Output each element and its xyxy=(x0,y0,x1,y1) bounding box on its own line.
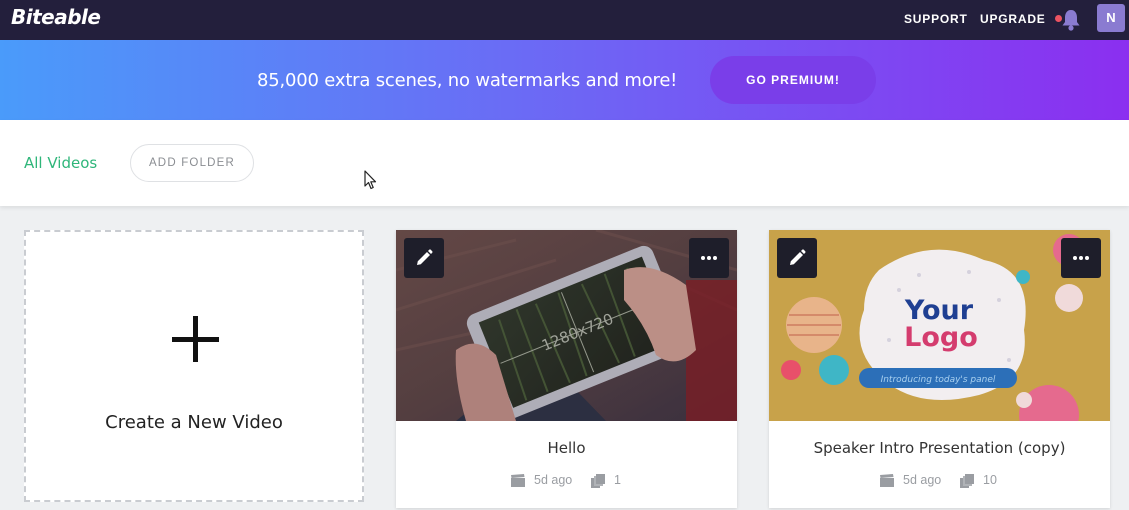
ellipsis-icon xyxy=(1073,256,1089,260)
edit-button[interactable] xyxy=(404,238,444,278)
video-card[interactable]: 1280x720 Hello 5d ago 1 xyxy=(396,230,737,508)
tablet-thumbnail-image: 1280x720 xyxy=(396,230,737,421)
scene-count: 10 xyxy=(983,473,997,487)
scenes-icon xyxy=(960,474,974,491)
upgrade-link[interactable]: UPGRADE xyxy=(980,12,1046,26)
thumbnail-logo-text: Logo xyxy=(904,322,978,353)
thumbnail-tagline: Introducing today's panel xyxy=(881,375,996,385)
create-new-video-card[interactable]: Create a New Video xyxy=(24,230,364,502)
pencil-icon xyxy=(790,249,806,265)
add-folder-button[interactable]: ADD FOLDER xyxy=(130,144,254,182)
clapperboard-icon xyxy=(511,474,525,490)
banner-text: 85,000 extra scenes, no watermarks and m… xyxy=(257,70,678,91)
user-avatar[interactable]: N xyxy=(1097,4,1125,32)
scenes-icon xyxy=(591,474,605,491)
video-age: 5d ago xyxy=(534,473,573,487)
support-link[interactable]: SUPPORT xyxy=(904,12,968,26)
edit-button[interactable] xyxy=(777,238,817,278)
video-card[interactable]: Your Logo Introducing today's panel Spea… xyxy=(769,230,1110,508)
video-thumbnail[interactable]: Your Logo Introducing today's panel xyxy=(769,230,1110,421)
all-videos-tab[interactable]: All Videos xyxy=(24,154,97,172)
promo-banner: 85,000 extra scenes, no watermarks and m… xyxy=(0,40,1129,120)
bell-icon xyxy=(1062,10,1080,31)
video-title[interactable]: Speaker Intro Presentation (copy) xyxy=(769,439,1110,457)
pencil-icon xyxy=(417,249,433,265)
scene-count: 1 xyxy=(614,473,621,487)
video-thumbnail[interactable]: 1280x720 xyxy=(396,230,737,421)
ellipsis-icon xyxy=(701,256,717,260)
biteable-logo[interactable]: Biteable xyxy=(11,5,101,29)
video-title[interactable]: Hello xyxy=(396,439,737,457)
go-premium-button[interactable]: GO PREMIUM! xyxy=(710,56,876,104)
clapperboard-icon xyxy=(880,474,894,490)
notifications-button[interactable] xyxy=(1055,8,1081,32)
more-options-button[interactable] xyxy=(1061,238,1101,278)
top-navigation-bar: Biteable SUPPORT UPGRADE N xyxy=(0,0,1129,40)
create-new-video-label: Create a New Video xyxy=(105,412,283,433)
your-logo-thumbnail-image: Your Logo Introducing today's panel xyxy=(769,230,1110,421)
folder-toolbar: All Videos ADD FOLDER xyxy=(0,120,1129,206)
mouse-cursor-icon xyxy=(364,170,377,190)
video-age: 5d ago xyxy=(903,473,942,487)
more-options-button[interactable] xyxy=(689,238,729,278)
